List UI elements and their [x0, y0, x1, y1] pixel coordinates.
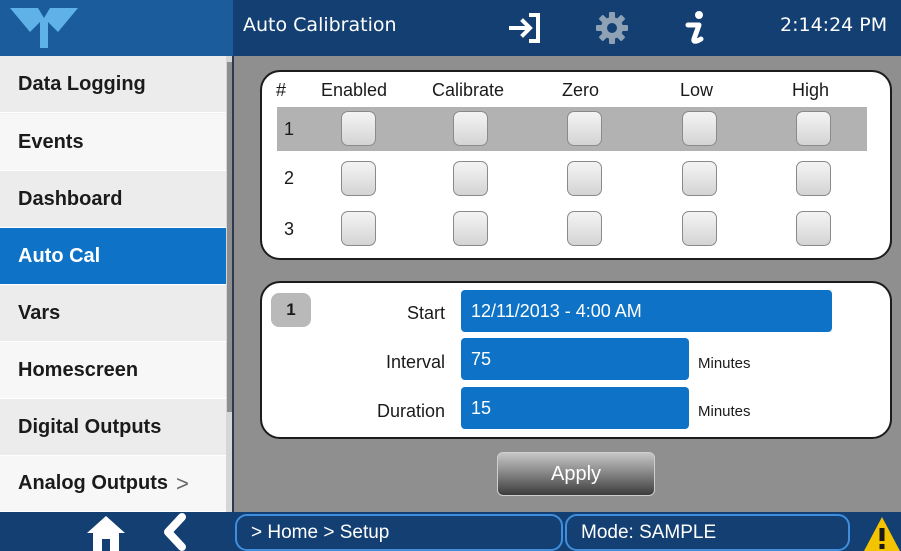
- warning-icon[interactable]: [862, 513, 901, 551]
- logo: [0, 0, 233, 56]
- row3-low-checkbox[interactable]: [682, 211, 717, 246]
- sidebar-item-label: Events: [18, 130, 84, 153]
- column-header-zero: Zero: [562, 80, 600, 100]
- sign-in-icon[interactable]: [505, 8, 545, 52]
- duration-unit: Minutes: [698, 403, 751, 420]
- sidebar-item-label: Digital Outputs: [18, 415, 162, 438]
- sidebar-item-label: Homescreen: [18, 358, 139, 381]
- row3-high-checkbox[interactable]: [796, 211, 831, 246]
- duration-field[interactable]: 15: [461, 387, 689, 429]
- row1-enabled-checkbox[interactable]: [341, 111, 376, 146]
- sidebar-scroll-thumb[interactable]: [227, 62, 232, 412]
- column-header-num: #: [276, 80, 287, 100]
- row2-enabled-checkbox[interactable]: [341, 161, 376, 196]
- column-header-calibrate: Calibrate: [432, 80, 505, 100]
- row-number: 3: [284, 219, 295, 239]
- row1-high-checkbox[interactable]: [796, 111, 831, 146]
- page-title: Auto Calibration: [243, 14, 397, 36]
- start-field[interactable]: 12/11/2013 - 4:00 AM: [461, 290, 832, 332]
- gear-icon[interactable]: [592, 8, 632, 52]
- selected-schedule-badge: 1: [271, 293, 311, 327]
- clock: 2:14:24 PM: [780, 14, 888, 36]
- column-header-low: Low: [680, 80, 714, 100]
- sidebar-item-digital-outputs[interactable]: Digital Outputs: [0, 399, 226, 456]
- row2-low-checkbox[interactable]: [682, 161, 717, 196]
- row2-calibrate-checkbox[interactable]: [453, 161, 488, 196]
- breadcrumb[interactable]: > Home > Setup: [235, 514, 563, 551]
- sidebar-item-analog-outputs[interactable]: Analog Outputs >: [0, 456, 226, 512]
- sidebar-item-dashboard[interactable]: Dashboard: [0, 171, 226, 228]
- row3-zero-checkbox[interactable]: [567, 211, 602, 246]
- sidebar-item-label: Analog Outputs: [18, 472, 168, 494]
- mode-indicator: Mode: SAMPLE: [565, 514, 850, 551]
- chevron-right-icon: >: [175, 470, 189, 496]
- row1-zero-checkbox[interactable]: [567, 111, 602, 146]
- row2-zero-checkbox[interactable]: [567, 161, 602, 196]
- sidebar-item-label: Dashboard: [18, 187, 123, 210]
- column-header-enabled: Enabled: [321, 80, 388, 100]
- row3-calibrate-checkbox[interactable]: [453, 211, 488, 246]
- sidebar-item-homescreen[interactable]: Homescreen: [0, 342, 226, 399]
- duration-label: Duration: [376, 401, 445, 421]
- row-number: 2: [284, 168, 295, 188]
- apply-button[interactable]: Apply: [497, 452, 655, 496]
- sidebar-item-label: Vars: [18, 301, 61, 324]
- sidebar-item-vars[interactable]: Vars: [0, 285, 226, 342]
- interval-field[interactable]: 75: [461, 338, 689, 380]
- row1-low-checkbox[interactable]: [682, 111, 717, 146]
- sidebar-item-label: Auto Cal: [18, 244, 101, 267]
- column-header-high: High: [792, 80, 830, 100]
- sidebar-item-data-logging[interactable]: Data Logging: [0, 56, 226, 113]
- info-icon[interactable]: [680, 8, 710, 52]
- back-icon[interactable]: [160, 513, 188, 551]
- row3-enabled-checkbox[interactable]: [341, 211, 376, 246]
- row1-calibrate-checkbox[interactable]: [453, 111, 488, 146]
- row2-high-checkbox[interactable]: [796, 161, 831, 196]
- sidebar-item-label: Data Logging: [18, 72, 146, 95]
- logo-icon: [10, 8, 78, 48]
- interval-label: Interval: [385, 352, 445, 372]
- start-label: Start: [406, 303, 445, 323]
- sidebar-item-auto-cal[interactable]: Auto Cal: [0, 228, 226, 285]
- home-icon[interactable]: [85, 513, 127, 551]
- row-number: 1: [284, 119, 295, 139]
- interval-unit: Minutes: [698, 355, 751, 372]
- sidebar-item-events[interactable]: Events: [0, 114, 226, 171]
